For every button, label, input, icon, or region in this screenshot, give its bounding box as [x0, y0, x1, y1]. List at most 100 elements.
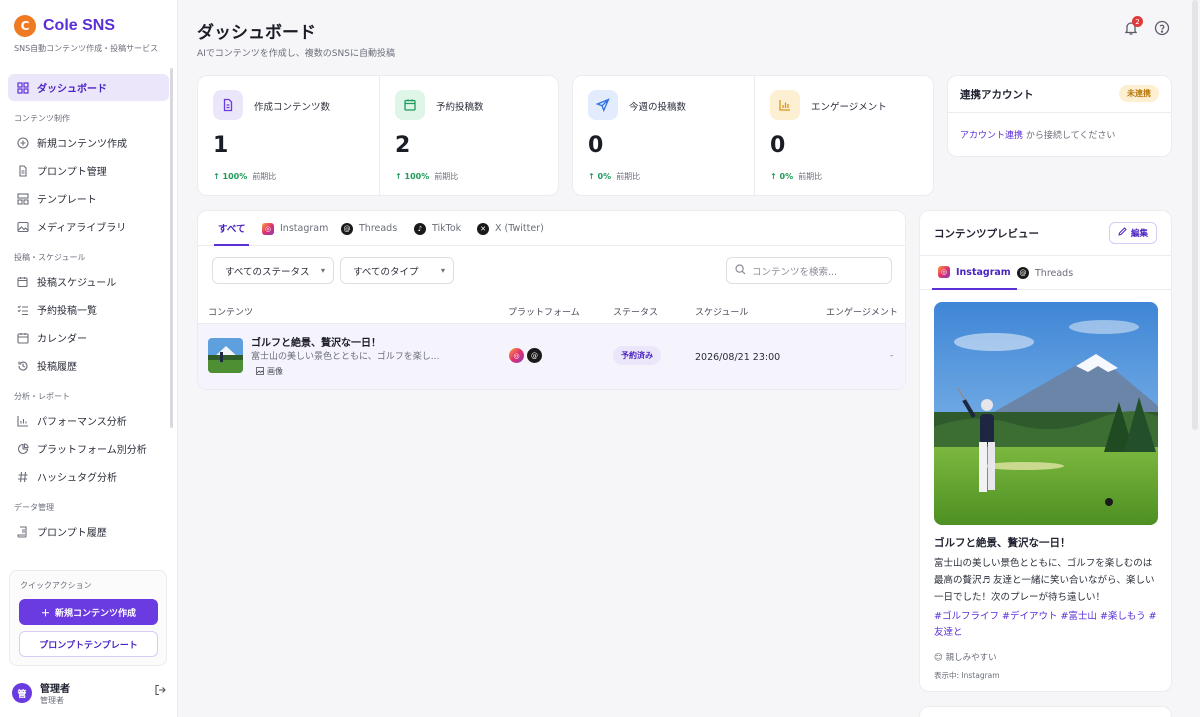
edit-button[interactable]: 編集 [1108, 222, 1157, 244]
content-list-card: すべて ◎ Instagram @ Threads ♪ TikTok ✕ X (… [197, 210, 906, 390]
type-filter-select[interactable]: すべてのタイプ ▾ [340, 257, 454, 284]
tab-label: Threads [1035, 267, 1074, 279]
linked-accounts-text: から接続してください [1025, 131, 1116, 141]
sidebar-item-label: 投稿スケジュール [37, 278, 117, 289]
tab-threads[interactable]: @ Threads [341, 211, 397, 246]
new-content-button-label: 新規コンテンツ作成 [55, 608, 137, 619]
sidebar-item-new-content[interactable]: 新規コンテンツ作成 [8, 129, 169, 156]
column-header[interactable]: ステータス [613, 305, 658, 318]
row-schedule: 2026/08/21 23:00 [695, 352, 781, 363]
sidebar-item-label: メディアライブラリ [37, 223, 127, 234]
table-row[interactable]: ゴルフと絶景、贅沢な一日！ 富士山の美しい景色とともに、ゴルフを楽し... 画像… [198, 324, 905, 389]
stat-change-value: 100% [404, 172, 430, 181]
tab-instagram[interactable]: ◎ Instagram [262, 211, 328, 246]
stat-engagement: エンゲージメント 0 ↑ 0% 前期比 [755, 76, 935, 197]
stat-change: ↑ 100% 前期比 [395, 171, 458, 182]
quick-actions: クイックアクション ＋ 新規コンテンツ作成 プロンプトテンプレート [9, 570, 167, 666]
pie-chart-icon [16, 442, 29, 455]
image-icon [256, 366, 264, 377]
list-check-icon [16, 303, 29, 316]
notification-badge: 2 [1132, 16, 1143, 27]
preview-title: コンテンツプレビュー [934, 228, 1039, 240]
sidebar-item-templates[interactable]: テンプレート [8, 185, 169, 212]
document-icon [16, 164, 29, 177]
quick-actions-title: クイックアクション [20, 581, 92, 590]
image-icon [16, 220, 29, 233]
stat-change-value: 0% [779, 172, 794, 181]
chevron-down-icon: ▾ [320, 266, 325, 275]
sidebar-item-post-history[interactable]: 投稿履歴 [8, 352, 169, 379]
content-thumbnail [208, 338, 243, 373]
preview-post-title: ゴルフと絶景、贅沢な一日！ [934, 537, 1071, 549]
bar-chart-icon [770, 90, 800, 120]
page-scrollbar[interactable] [1192, 0, 1198, 430]
stat-label: 作成コンテンツ数 [254, 102, 331, 113]
stat-scheduled-count: 予約投稿数 2 ↑ 100% 前期比 [380, 76, 560, 197]
column-header[interactable]: スケジュール [695, 305, 748, 318]
stat-value: 1 [213, 133, 229, 158]
scroll-icon [16, 525, 29, 538]
calendar-icon [16, 331, 29, 344]
new-content-button[interactable]: ＋ 新規コンテンツ作成 [19, 599, 158, 625]
stat-change: ↑ 100% 前期比 [213, 171, 276, 182]
stats-card-left: 作成コンテンツ数 1 ↑ 100% 前期比 予約投稿数 2 ↑ 100% 前期比 [197, 75, 560, 197]
tab-x-twitter[interactable]: ✕ X (Twitter) [477, 211, 544, 246]
sidebar-item-prompt-history[interactable]: プロンプト履歴 [8, 518, 169, 545]
account-link[interactable]: アカウント連携 [960, 131, 1023, 141]
brand-name: Cole SNS [43, 17, 116, 34]
edit-button-label: 編集 [1130, 229, 1148, 239]
nav-section-title: データ管理 [14, 503, 54, 512]
sidebar-item-label: プラットフォーム別分析 [37, 445, 147, 456]
stat-value: 0 [770, 133, 786, 158]
pencil-icon [1118, 227, 1127, 239]
bottom-card [919, 706, 1172, 717]
sidebar-item-dashboard[interactable]: ダッシュボード [8, 74, 169, 101]
sidebar-item-label: ハッシュタグ分析 [37, 473, 117, 484]
sidebar-item-scheduled-posts[interactable]: 予約投稿一覧 [8, 296, 169, 323]
tab-label: Instagram [956, 266, 1011, 278]
row-platforms: ◎ @ [509, 348, 542, 363]
sidebar-item-platform-analysis[interactable]: プラットフォーム別分析 [8, 435, 169, 462]
sidebar-item-label: 投稿履歴 [37, 362, 77, 373]
brand[interactable]: C Cole SNS [0, 0, 177, 37]
stat-value: 2 [395, 133, 411, 158]
sidebar-item-prompt-management[interactable]: プロンプト管理 [8, 157, 169, 184]
threads-icon: @ [1017, 267, 1029, 279]
stat-weekly-posts: 今週の投稿数 0 ↑ 0% 前期比 [573, 76, 754, 197]
instagram-icon: ◎ [262, 222, 274, 235]
tab-all[interactable]: すべて [214, 211, 250, 246]
nav-section-title: コンテンツ制作 [14, 114, 70, 123]
preview-tone: 😊 親しみやすい [934, 651, 997, 663]
status-filter-select[interactable]: すべてのステータス ▾ [212, 257, 334, 284]
type-filter-value: すべてのタイプ [353, 266, 419, 278]
tab-label: Instagram [280, 223, 329, 234]
sidebar-scrollbar[interactable] [170, 68, 173, 428]
sidebar-item-calendar[interactable]: カレンダー [8, 324, 169, 351]
plus-circle-icon [16, 136, 29, 149]
prompt-template-button[interactable]: プロンプトテンプレート [19, 631, 158, 657]
column-header[interactable]: コンテンツ [208, 305, 253, 318]
send-icon [588, 90, 618, 120]
logout-icon[interactable] [154, 684, 166, 699]
sidebar-item-post-schedule[interactable]: 投稿スケジュール [8, 268, 169, 295]
sidebar-item-hashtag-analysis[interactable]: ハッシュタグ分析 [8, 463, 169, 490]
tab-tiktok[interactable]: ♪ TikTok [414, 211, 461, 246]
chevron-down-icon: ▾ [440, 266, 445, 275]
sidebar-item-performance[interactable]: パフォーマンス分析 [8, 407, 169, 434]
sidebar-item-media-library[interactable]: メディアライブラリ [8, 213, 169, 240]
user-profile[interactable]: 管 管理者 管理者 [12, 680, 166, 706]
tab-preview-threads[interactable]: @ Threads [1017, 256, 1073, 290]
tab-label: Threads [359, 223, 398, 234]
hash-icon [16, 470, 29, 483]
stat-change-period: 前期比 [434, 172, 459, 181]
sidebar-nav: ダッシュボード コンテンツ制作 新規コンテンツ作成 プロンプト管理 テンプレート… [0, 54, 177, 545]
table-header: コンテンツ プラットフォーム ステータス スケジュール エンゲージメント [198, 296, 905, 324]
tab-preview-instagram[interactable]: ◎ Instagram [932, 256, 1017, 290]
help-icon[interactable] [1154, 20, 1170, 36]
content-search-input[interactable]: コンテンツを検索... [726, 257, 892, 284]
column-header[interactable]: プラットフォーム [508, 305, 580, 318]
calendar-icon [395, 90, 425, 120]
page-title: ダッシュボード [197, 23, 316, 43]
column-header[interactable]: エンゲージメント [826, 305, 898, 318]
sidebar-item-label: パフォーマンス分析 [37, 417, 127, 428]
